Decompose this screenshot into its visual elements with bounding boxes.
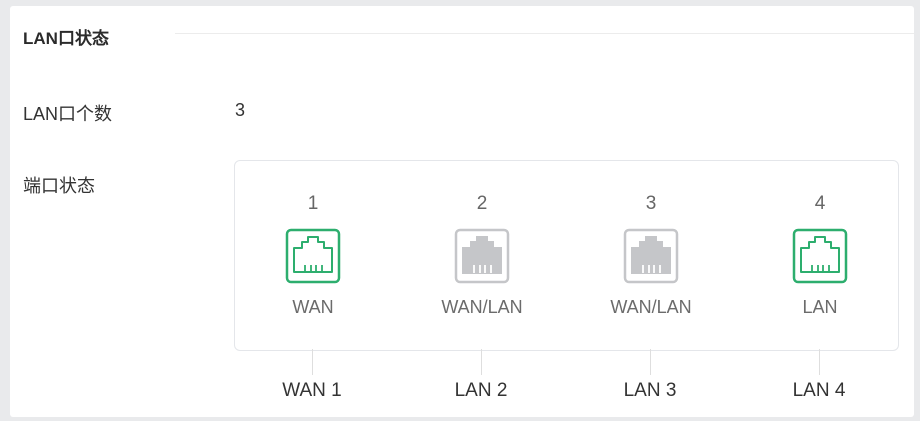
port-label: LAN 3 (623, 380, 677, 401)
port-3: 3 WAN/LAN (576, 161, 726, 350)
port-status-label: 端口状态 (23, 176, 95, 196)
port-label: WAN 1 (282, 380, 342, 401)
port-1: 1 WAN (238, 161, 388, 350)
port-type: WAN/LAN (610, 297, 692, 317)
port-number: 3 (645, 193, 657, 214)
port-connector-line (481, 349, 482, 375)
port-number: 1 (307, 193, 319, 214)
title-divider (175, 33, 914, 34)
ethernet-port-icon (623, 228, 679, 284)
port-4: 4 LAN (745, 161, 895, 350)
lan-count-value: 3 (235, 100, 246, 120)
section-title: LAN口状态 (23, 29, 109, 48)
port-number: 2 (476, 193, 488, 214)
port-number: 4 (814, 193, 826, 214)
port-type: WAN (292, 297, 334, 317)
port-2: 2 WAN/LAN (407, 161, 557, 350)
lan-status-panel: LAN口状态 LAN口个数 3 端口状态 1 WAN 2 WAN/LAN 3 W… (10, 6, 914, 417)
port-type: WAN/LAN (441, 297, 523, 317)
port-label: LAN 2 (454, 380, 508, 401)
port-connector-line (312, 349, 313, 375)
port-connector-line (819, 349, 820, 375)
port-diagram: 1 WAN 2 WAN/LAN 3 WAN/LAN 4 LAN (234, 160, 899, 351)
ethernet-port-icon (454, 228, 510, 284)
port-type: LAN (802, 297, 838, 317)
ethernet-port-icon (285, 228, 341, 284)
port-connector-line (650, 349, 651, 375)
port-label: LAN 4 (792, 380, 846, 401)
lan-count-label: LAN口个数 (23, 104, 113, 124)
ethernet-port-icon (792, 228, 848, 284)
